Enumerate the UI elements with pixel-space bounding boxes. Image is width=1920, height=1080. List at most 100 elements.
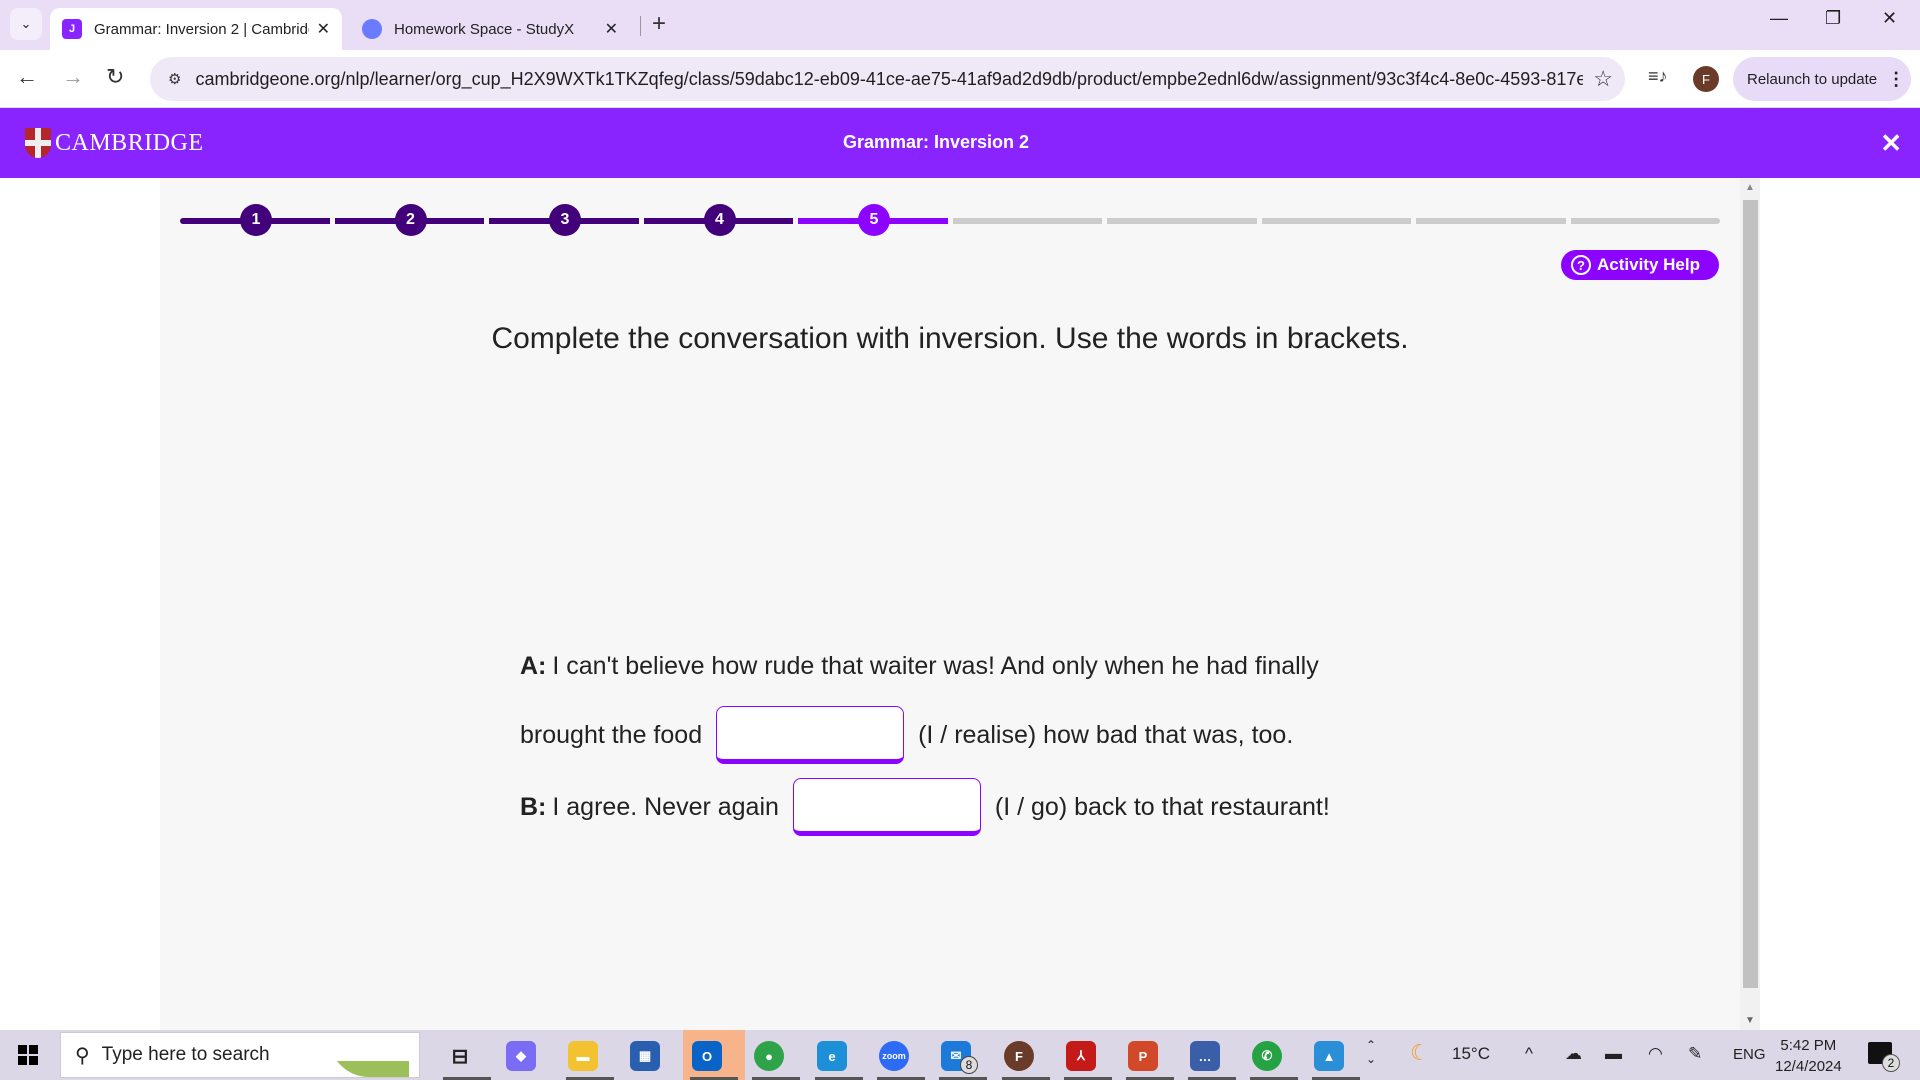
close-activity-button[interactable]: ✕ — [1880, 128, 1902, 159]
line-b-after: (I / go) back to that restaurant! — [994, 792, 1330, 821]
pen-icon[interactable]: ✎ — [1688, 1044, 1702, 1064]
menu-dots-icon[interactable]: ⋮ — [1887, 69, 1905, 90]
url-text[interactable]: cambridgeone.org/nlp/learner/org_cup_H2X… — [195, 69, 1583, 90]
line-a2-before: brought the food — [520, 720, 703, 749]
reload-button[interactable]: ↻ — [106, 64, 124, 90]
whatsapp-icon[interactable]: ✆ — [1252, 1041, 1282, 1071]
copilot-icon[interactable]: ◆ — [506, 1041, 536, 1071]
progress-step-4[interactable]: 4 — [703, 204, 736, 236]
clock[interactable]: 5:42 PM 12/4/2024 — [1775, 1035, 1842, 1077]
browser-tab-bar: ⌄ J Grammar: Inversion 2 | Cambridge ✕ H… — [0, 0, 1920, 50]
scroll-thumb[interactable] — [1743, 200, 1758, 988]
microsoft-store-icon[interactable]: ▦ — [630, 1041, 660, 1071]
window-close-button[interactable]: ✕ — [1882, 8, 1897, 29]
windows-taskbar: ⚲ Type here to search ⌃ ⌄ ☾ 15°C ^ ☁ ▬ ◠ … — [0, 1030, 1920, 1080]
speaker-b: B: — [520, 792, 547, 821]
dialogue-line-a: A: I can't believe how rude that waiter … — [520, 648, 1319, 684]
language-indicator[interactable]: ENG — [1733, 1046, 1766, 1063]
line-b-before: I agree. Never again — [552, 792, 779, 821]
restore-button[interactable]: ❐ — [1825, 8, 1841, 29]
instruction-text: Complete the conversation with inversion… — [491, 322, 1409, 355]
task-view-icon[interactable]: ⊟ — [445, 1041, 475, 1071]
windows-start-button[interactable] — [18, 1045, 38, 1065]
outlook-icon[interactable]: O — [692, 1041, 722, 1071]
weather-temp[interactable]: 15°C — [1452, 1044, 1490, 1064]
relaunch-button[interactable]: Relaunch to update ⋮ — [1733, 57, 1911, 101]
progress-step-3[interactable]: 3 — [549, 204, 581, 236]
scrollbar[interactable]: ▲ ▼ — [1740, 178, 1760, 1030]
scroll-up-icon[interactable]: ▲ — [1745, 182, 1755, 193]
dialogue-line-a2: brought the food (I / realise) how bad t… — [520, 706, 1293, 764]
battery-icon[interactable]: ▬ — [1605, 1044, 1622, 1064]
search-placeholder: Type here to search — [101, 1044, 270, 1065]
question-icon: ? — [1571, 255, 1591, 275]
cambridge-one-icon: J — [62, 19, 82, 39]
tab-studyx[interactable]: Homework Space - StudyX ✕ — [350, 8, 630, 50]
file-explorer-icon[interactable]: ▬ — [568, 1041, 598, 1071]
activity-help-button[interactable]: ? Activity Help — [1561, 250, 1719, 280]
tab-divider — [640, 16, 641, 36]
feedback-hub-icon[interactable]: … — [1190, 1041, 1220, 1071]
close-tab-icon[interactable]: ✕ — [605, 19, 618, 39]
forward-button[interactable]: → — [62, 64, 84, 90]
dialogue-line-b: B: I agree. Never again (I / go) back to… — [520, 778, 1330, 836]
photos-icon[interactable]: ▲ — [1314, 1041, 1344, 1071]
tab-cambridge[interactable]: J Grammar: Inversion 2 | Cambridge ✕ — [50, 8, 342, 50]
mail-badge: 8 — [960, 1056, 978, 1074]
chrome-icon[interactable]: ● — [754, 1041, 784, 1071]
speaker-a: A: — [520, 651, 547, 680]
chrome-profile-icon[interactable]: F — [1004, 1041, 1034, 1071]
powerpoint-icon[interactable]: P — [1128, 1041, 1158, 1071]
weather-icon: ☾ — [1410, 1040, 1430, 1065]
tab-title: Grammar: Inversion 2 | Cambridge — [94, 20, 309, 38]
activity-help-label: Activity Help — [1597, 255, 1700, 274]
scroll-down-icon[interactable]: ▼ — [1745, 1015, 1755, 1026]
acrobat-icon[interactable]: ⅄ — [1066, 1041, 1096, 1071]
gap-1-input[interactable] — [716, 706, 905, 764]
progress-step-1[interactable]: 1 — [240, 204, 272, 236]
profile-avatar[interactable]: F — [1693, 66, 1719, 92]
date: 12/4/2024 — [1775, 1058, 1842, 1075]
progress-step-2[interactable]: 2 — [394, 204, 427, 236]
chevron-down-icon: ⌄ — [20, 16, 32, 31]
activity-title: Grammar: Inversion 2 — [842, 132, 1030, 152]
taskbar-search[interactable]: ⚲ Type here to search — [60, 1032, 420, 1078]
browser-toolbar: ← → ↻ ⚙ cambridgeone.org/nlp/learner/org… — [0, 50, 1920, 108]
progress-segment — [1107, 218, 1257, 224]
progress-segment — [1261, 218, 1411, 224]
bookmark-star-icon[interactable]: ☆ — [1593, 66, 1613, 92]
progress-segment — [1416, 218, 1566, 224]
show-hidden-icons[interactable]: ^ — [1525, 1044, 1533, 1064]
right-gutter — [1760, 178, 1920, 1030]
tab-title: Homework Space - StudyX — [394, 20, 575, 38]
studyx-icon — [362, 19, 382, 39]
search-highlight-image — [329, 1037, 409, 1077]
progress-step-5[interactable]: 5 — [858, 204, 890, 236]
onedrive-icon[interactable]: ☁ — [1565, 1044, 1582, 1064]
gap-2-input[interactable] — [792, 778, 981, 836]
site-info-icon[interactable]: ⚙ — [168, 70, 181, 88]
back-button[interactable]: ← — [16, 64, 38, 90]
progress-bar: 1 2 3 4 5 — [180, 204, 1720, 236]
progress-segment — [952, 218, 1102, 224]
taskbar-scroll-icon[interactable]: ⌃ ⌄ — [1366, 1038, 1376, 1066]
time: 5:42 PM — [1780, 1037, 1837, 1054]
notification-count: 2 — [1882, 1054, 1900, 1072]
new-tab-button[interactable]: + — [652, 10, 666, 38]
wifi-icon[interactable]: ◠ — [1648, 1044, 1663, 1064]
tab-search-button[interactable]: ⌄ — [10, 8, 42, 40]
progress-segment — [1570, 218, 1720, 224]
search-icon: ⚲ — [75, 1044, 90, 1067]
activity-content — [160, 178, 1740, 1030]
minimize-button[interactable]: — — [1770, 8, 1788, 29]
activity-header: CAMBRIDGE Grammar: Inversion 2 ✕ — [0, 108, 1920, 178]
close-tab-icon[interactable]: ✕ — [317, 19, 330, 39]
notification-icon[interactable]: 2 — [1868, 1042, 1900, 1072]
line-a2-after: (I / realise) how bad that was, too. — [918, 720, 1294, 749]
media-control-icon[interactable]: ≡♪ — [1648, 66, 1668, 87]
address-bar[interactable]: ⚙ cambridgeone.org/nlp/learner/org_cup_H… — [150, 57, 1625, 101]
line-a-text: I can't believe how rude that waiter was… — [552, 651, 1319, 680]
relaunch-label: Relaunch to update — [1747, 70, 1878, 88]
edge-icon[interactable]: e — [817, 1041, 847, 1071]
zoom-icon[interactable]: zoom — [879, 1041, 909, 1071]
